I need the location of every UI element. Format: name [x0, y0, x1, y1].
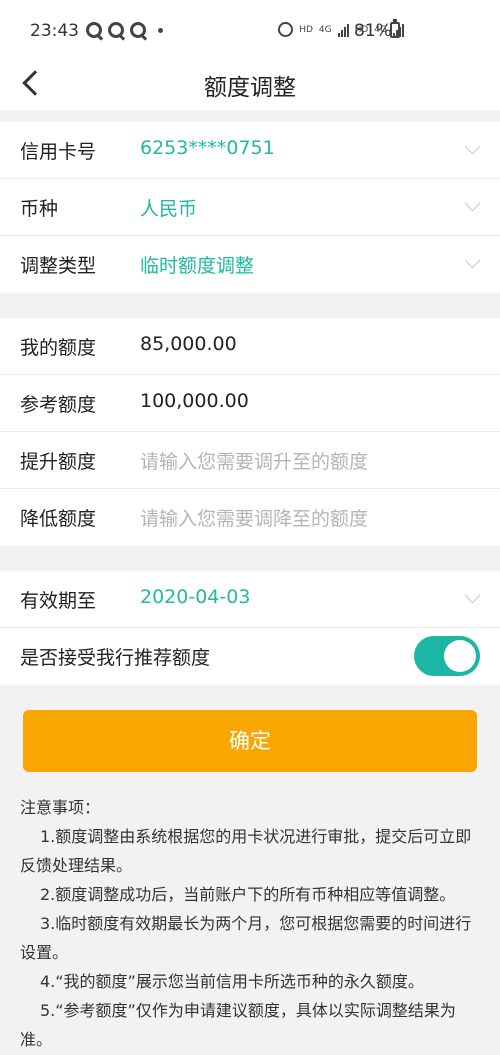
note-item: 5.“参考额度”仅作为申请建议额度，具体以实际调整结果为准。 [20, 1001, 456, 1049]
valid-until-row[interactable]: 有效期至 2020-04-03 [0, 571, 500, 628]
card-number-label: 信用卡号 [20, 141, 97, 163]
navigation-bar: 额度调整 [0, 58, 500, 110]
signal-icon [337, 23, 349, 37]
valid-until-label: 有效期至 [20, 590, 97, 612]
currency-value: 人民币 [140, 198, 198, 220]
accept-recommend-label: 是否接受我行推荐额度 [20, 647, 211, 669]
limit-section: 我的额度 85,000.00 参考额度 100,000.00 提升额度 请输入您… [0, 318, 500, 546]
card-number-row[interactable]: 信用卡号 6253****0751 [0, 122, 500, 179]
card-number-value: 6253****0751 [140, 137, 275, 159]
network-label: HD [299, 24, 313, 35]
search-notification-icon [86, 22, 102, 38]
note-item: 3.临时额度有效期最长为两个月，您可根据您需要的时间进行设置。 [20, 914, 472, 962]
battery-icon [390, 19, 400, 38]
search-notification-icon [108, 22, 124, 38]
raise-limit-input[interactable]: 请输入您需要调升至的额度 [140, 447, 368, 474]
my-limit-row: 我的额度 85,000.00 [0, 318, 500, 375]
reference-limit-row: 参考额度 100,000.00 [0, 375, 500, 432]
adjust-type-label: 调整类型 [20, 255, 97, 277]
accept-recommend-toggle[interactable] [414, 636, 480, 676]
currency-label: 币种 [20, 198, 59, 220]
chevron-down-icon [464, 138, 481, 155]
currency-row[interactable]: 币种 人民币 [0, 179, 500, 236]
network-label: 4G [318, 24, 332, 35]
valid-until-value: 2020-04-03 [140, 586, 251, 608]
search-notification-icon [130, 22, 146, 38]
page-title: 额度调整 [204, 75, 296, 101]
accept-recommend-row: 是否接受我行推荐额度 [0, 628, 500, 685]
my-limit-label: 我的额度 [20, 337, 97, 359]
card-info-section: 信用卡号 6253****0751 币种 人民币 调整类型 临时额度调整 [0, 122, 500, 293]
note-item: 4.“我的额度”展示您当前信用卡所选币种的永久额度。 [40, 972, 424, 991]
note-item: 1.额度调整由系统根据您的用卡状况进行审批，提交后可立即反馈处理结果。 [20, 827, 472, 875]
notes-title: 注意事项： [20, 798, 101, 817]
lower-limit-row[interactable]: 降低额度 请输入您需要调降至的额度 [0, 489, 500, 546]
battery-percent: 81% [354, 21, 392, 41]
status-time: 23:43 [30, 21, 79, 41]
chevron-down-icon [464, 195, 481, 212]
raise-limit-label: 提升额度 [20, 451, 97, 473]
more-notifications-icon [158, 27, 163, 33]
status-bar: 23:43 HD 4G HD 4G 81% [0, 0, 500, 58]
validity-section: 有效期至 2020-04-03 是否接受我行推荐额度 [0, 571, 500, 685]
chevron-down-icon [464, 252, 481, 269]
toggle-knob [444, 640, 476, 672]
my-limit-value: 85,000.00 [140, 333, 237, 355]
reference-limit-label: 参考额度 [20, 394, 97, 416]
chevron-down-icon [464, 587, 481, 604]
adjust-type-value: 临时额度调整 [140, 255, 255, 277]
raise-limit-row[interactable]: 提升额度 请输入您需要调升至的额度 [0, 432, 500, 489]
reference-limit-value: 100,000.00 [140, 390, 249, 412]
notification-icons [86, 22, 163, 38]
lower-limit-input[interactable]: 请输入您需要调降至的额度 [140, 504, 368, 531]
alarm-icon [278, 22, 294, 37]
confirm-button[interactable]: 确定 [23, 710, 477, 772]
notes-section: 注意事项： 1.额度调整由系统根据您的用卡状况进行审批，提交后可立即反馈处理结果… [20, 793, 482, 1054]
note-item: 2.额度调整成功后，当前账户下的所有币种相应等值调整。 [40, 885, 456, 904]
adjust-type-row[interactable]: 调整类型 临时额度调整 [0, 236, 500, 293]
lower-limit-label: 降低额度 [20, 508, 97, 530]
